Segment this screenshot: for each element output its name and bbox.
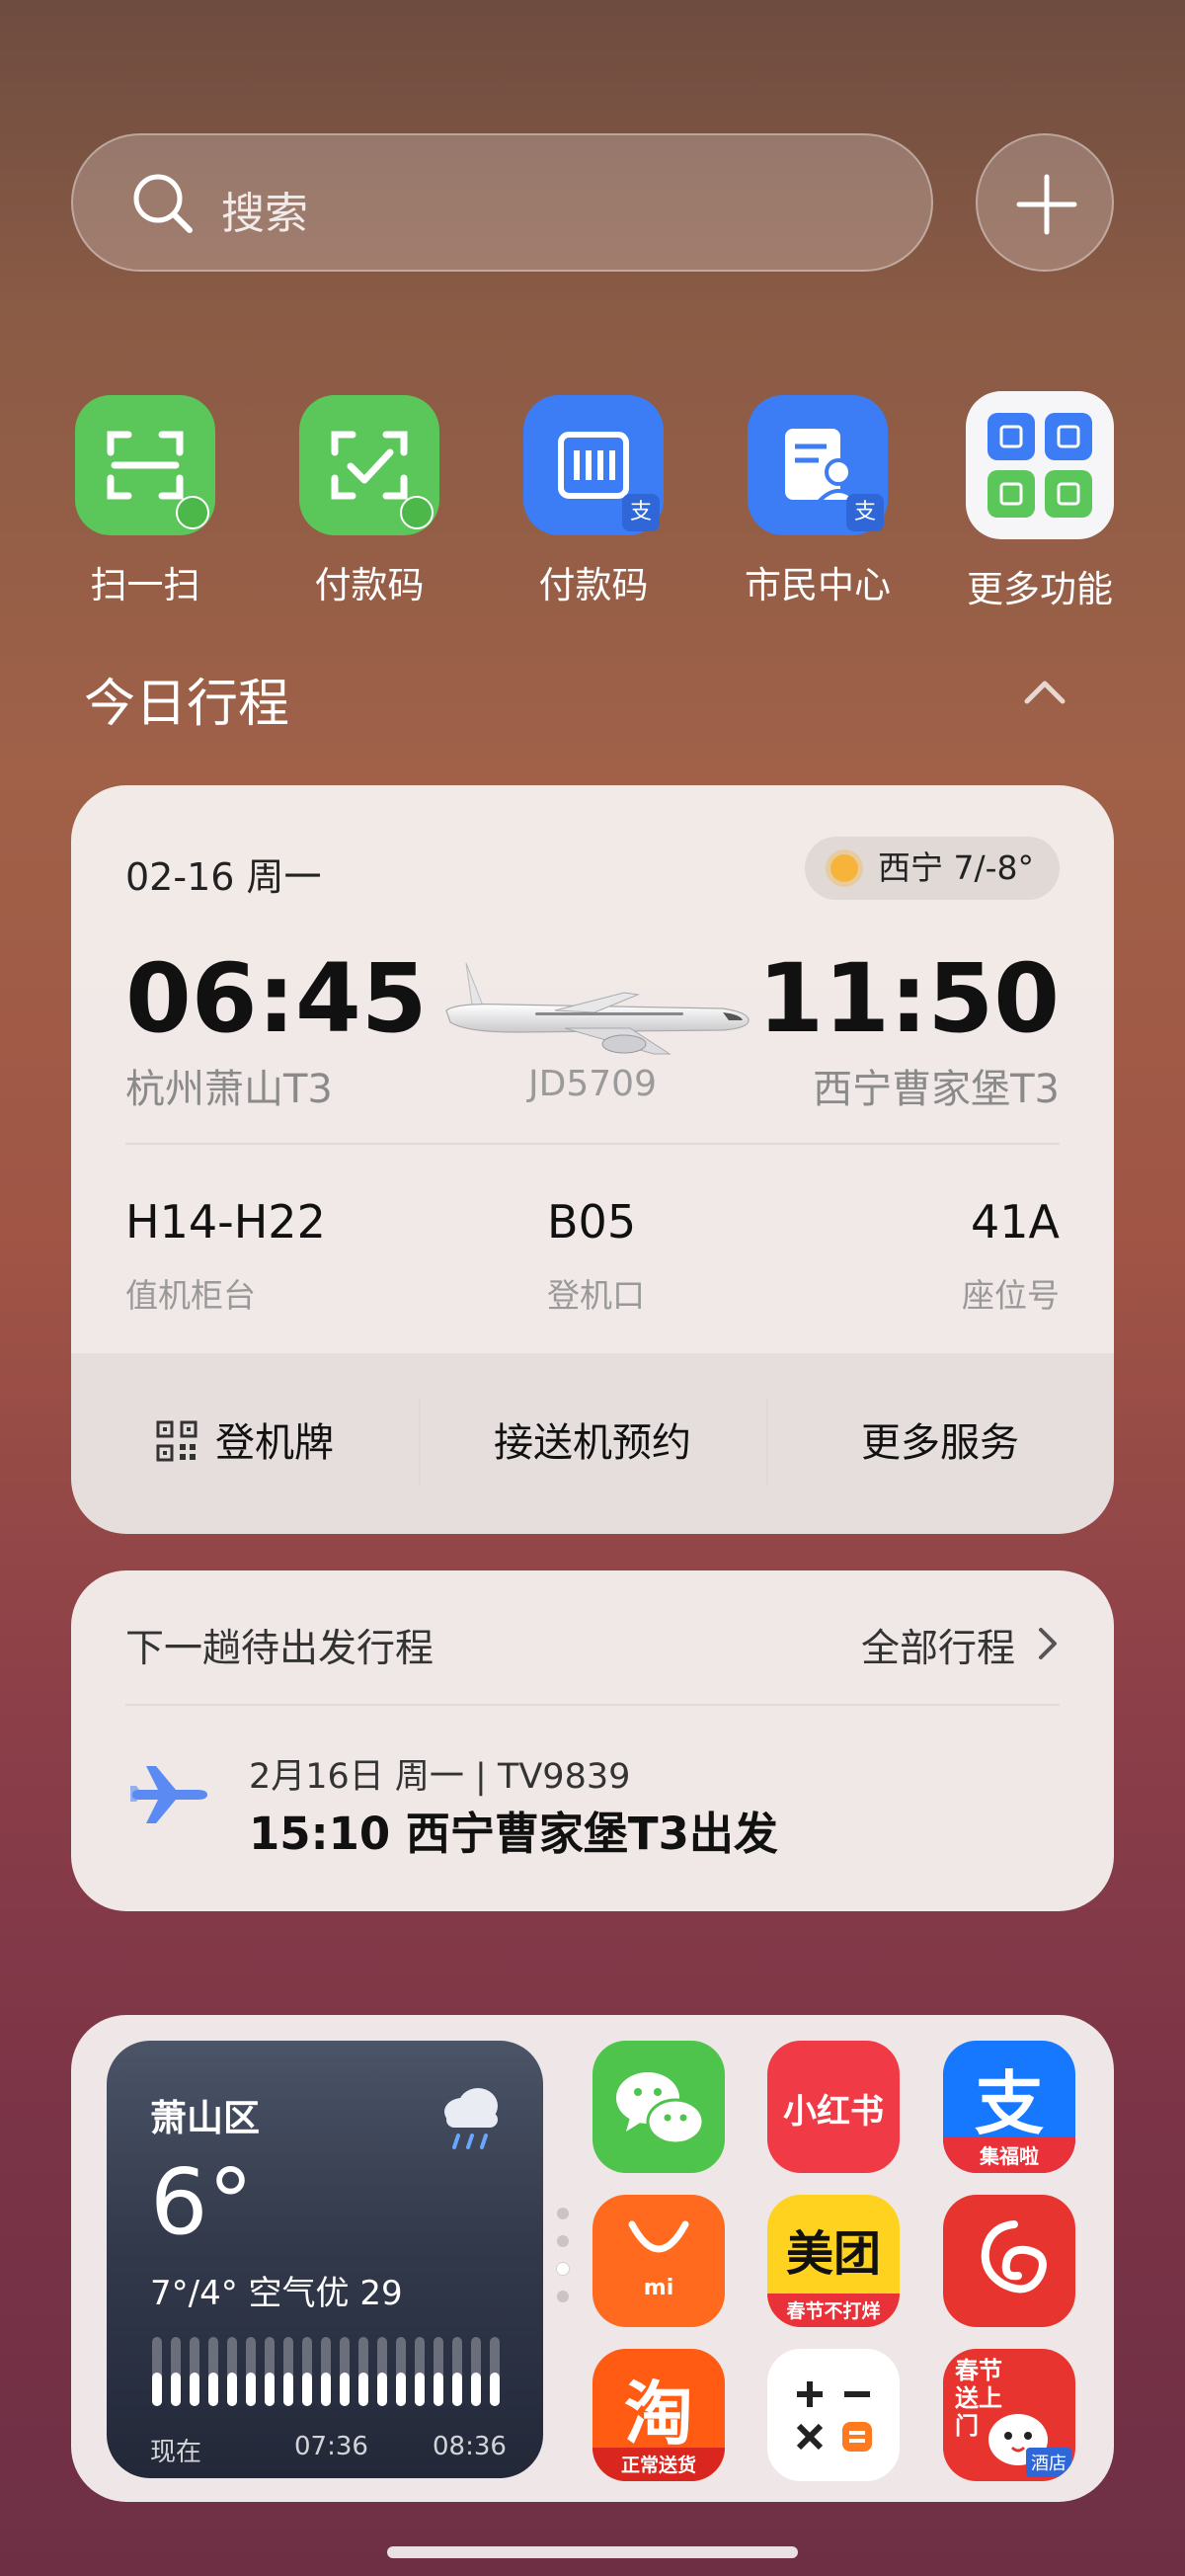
quick-action-more[interactable]: 更多功能 — [961, 391, 1119, 612]
jd-sublabel: 酒店 — [1026, 2448, 1071, 2477]
netease-music-app-icon[interactable] — [943, 2195, 1075, 2327]
boarding-pass-button[interactable]: 登机牌 — [71, 1353, 419, 1534]
gate-label: 登机口 — [547, 1276, 645, 1315]
transfer-booking-label: 接送机预约 — [494, 1420, 691, 1466]
alipay-badge-icon: 支 — [846, 494, 884, 531]
add-button[interactable] — [976, 133, 1114, 272]
xiaohongshu-app-icon[interactable]: 小红书 — [767, 2041, 900, 2173]
next-trip-subtitle: 2月16日 周一 | TV9839 — [249, 1757, 631, 1797]
all-trips-link[interactable]: 全部行程 — [861, 1618, 1015, 1673]
search-bar[interactable]: 搜索 — [71, 133, 933, 272]
boarding-pass-label: 登机牌 — [215, 1420, 334, 1466]
rain-cloud-icon — [444, 2088, 498, 2149]
alipay-app-icon[interactable]: 支 集福啦 — [943, 2041, 1075, 2173]
alipay-sublabel: 集福啦 — [980, 2144, 1039, 2168]
weather-time-now: 现在 — [150, 2438, 202, 2467]
meituan-label: 美团 — [785, 2226, 881, 2282]
section-title: 今日行程 — [84, 675, 290, 734]
departure-time: 06:45 — [125, 943, 428, 1054]
chevron-right-icon[interactable] — [1033, 1622, 1063, 1665]
search-icon — [133, 174, 193, 233]
next-trip-title: 下一趟待出发行程 — [125, 1627, 434, 1671]
wechat-app-icon[interactable] — [592, 2041, 725, 2173]
quick-action-label: 更多功能 — [967, 568, 1113, 610]
weather-text: 西宁 7/-8° — [877, 848, 1034, 887]
scan-icon — [75, 395, 215, 535]
wechat-pay-code-icon — [299, 395, 439, 535]
meituan-app-icon[interactable]: 美团 春节不打烊 — [767, 2195, 900, 2327]
weather-time: 07:36 — [294, 2432, 368, 2461]
mi-store-label: mi — [643, 2276, 674, 2300]
wechat-badge-icon — [400, 496, 434, 529]
next-trip-main: 15:10 西宁曹家堡T3出发 — [249, 1808, 778, 1860]
home-indicator[interactable] — [387, 2546, 798, 2558]
weather-time: 08:36 — [433, 2432, 507, 2461]
quick-action-scan[interactable]: 扫一扫 — [66, 395, 224, 608]
seat-value: 41A — [970, 1195, 1060, 1248]
page-dots — [557, 2208, 571, 2318]
meituan-sublabel: 春节不打烊 — [786, 2300, 881, 2322]
jd-app-icon[interactable]: 春节送上门 酒店 — [943, 2349, 1075, 2481]
divider — [125, 1143, 1060, 1145]
arrival-airport: 西宁曹家堡T3 — [813, 1067, 1060, 1112]
checkin-counter-value: H14-H22 — [125, 1195, 326, 1248]
quick-action-alipay-pay[interactable]: 支 付款码 — [514, 395, 672, 608]
alipay-badge-icon: 支 — [622, 494, 660, 531]
quick-action-label: 付款码 — [314, 564, 425, 606]
taobao-label: 淘 — [624, 2374, 693, 2455]
quick-action-wechat-pay[interactable]: 付款码 — [290, 395, 448, 608]
calculator-app-icon[interactable] — [767, 2349, 900, 2481]
xiaohongshu-label: 小红书 — [783, 2092, 884, 2132]
quick-action-label: 扫一扫 — [90, 564, 200, 606]
next-trip-card[interactable]: 下一趟待出发行程 全部行程 2月16日 周一 | TV9839 15:10 西宁… — [71, 1570, 1114, 1911]
weather-range: 7°/4° 空气优 29 — [150, 2274, 403, 2313]
chevron-up-icon[interactable] — [1017, 672, 1072, 711]
sun-icon — [830, 854, 858, 882]
plus-icon — [1016, 174, 1077, 235]
weather-widget[interactable]: 萧山区 6° 7°/4° 空气优 29 现在 07:36 08:36 — [107, 2041, 543, 2478]
precipitation-chart — [152, 2337, 500, 2406]
seat-label: 座位号 — [962, 1276, 1060, 1315]
gate-value: B05 — [547, 1195, 637, 1248]
flight-date: 02-16 周一 — [125, 855, 322, 899]
widget-stack: 萧山区 6° 7°/4° 空气优 29 现在 07:36 08:36 小红书 支… — [71, 2015, 1114, 2502]
citizen-center-icon: 支 — [748, 395, 888, 535]
checkin-counter-label: 值机柜台 — [125, 1276, 256, 1315]
search-placeholder: 搜索 — [221, 189, 308, 239]
airplane-icon — [445, 962, 750, 1055]
alipay-pay-code-icon: 支 — [523, 395, 664, 535]
weather-city: 萧山区 — [150, 2097, 260, 2139]
airplane-icon — [130, 1766, 207, 1823]
arrival-time: 11:50 — [757, 943, 1060, 1054]
flight-card[interactable]: 02-16 周一 西宁 7/-8° 06:45 11:50 杭州萧山T3 JD5… — [71, 785, 1114, 1534]
weather-temp: 6° — [150, 2149, 254, 2255]
mi-store-app-icon[interactable]: mi — [592, 2195, 725, 2327]
taobao-sublabel: 正常送货 — [620, 2455, 696, 2476]
more-functions-icon — [966, 391, 1114, 539]
quick-action-label: 付款码 — [538, 564, 649, 606]
quick-action-citizen-center[interactable]: 支 市民中心 — [739, 395, 897, 608]
destination-weather: 西宁 7/-8° — [804, 837, 1060, 900]
flight-actions: 登机牌 接送机预约 更多服务 — [71, 1353, 1114, 1534]
alipay-label: 支 — [975, 2063, 1044, 2144]
wechat-badge-icon — [176, 496, 209, 529]
qr-code-icon — [156, 1420, 198, 1462]
quick-action-label: 市民中心 — [745, 564, 891, 606]
transfer-booking-button[interactable]: 接送机预约 — [419, 1353, 766, 1534]
taobao-app-icon[interactable]: 淘 正常送货 — [592, 2349, 725, 2481]
more-services-label: 更多服务 — [861, 1420, 1019, 1466]
divider — [125, 1704, 1060, 1706]
more-services-button[interactable]: 更多服务 — [766, 1353, 1114, 1534]
